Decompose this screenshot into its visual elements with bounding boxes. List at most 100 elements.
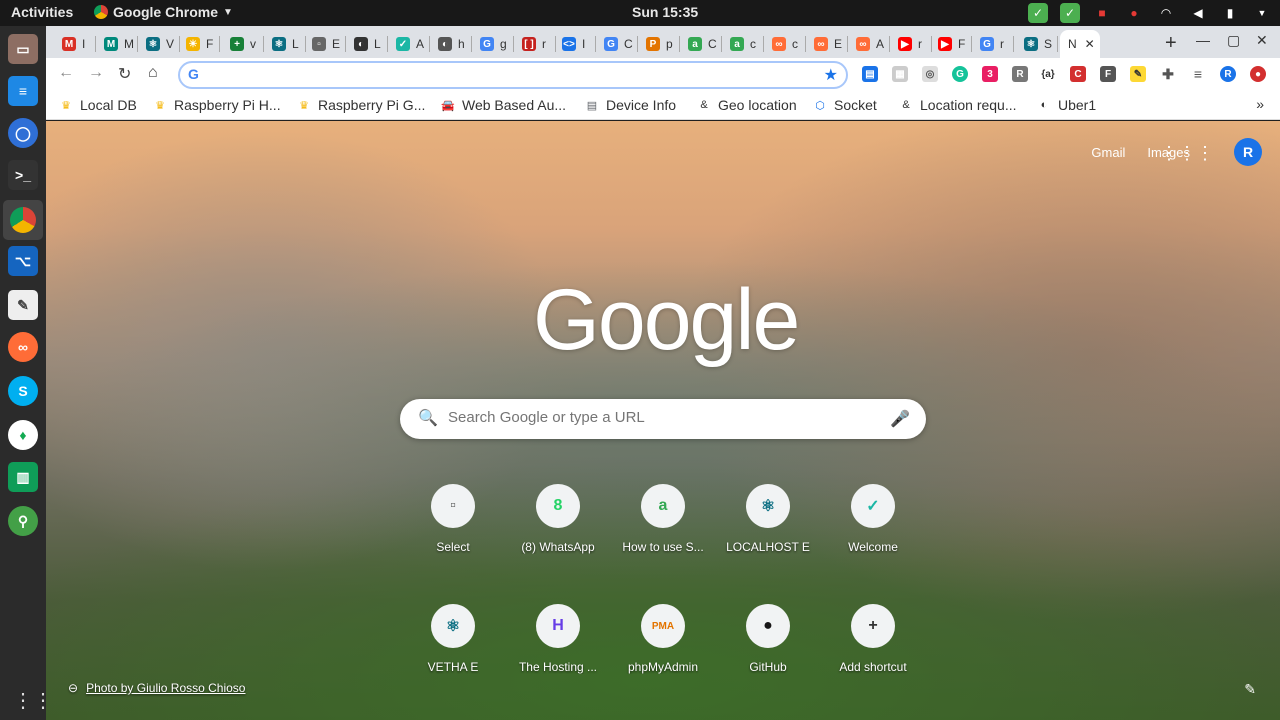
terminal-icon[interactable]: >_ — [8, 160, 38, 190]
browser-tab[interactable]: GC — [596, 30, 638, 58]
omnibox[interactable]: G ★ — [178, 61, 848, 89]
extension-icon[interactable]: ✎ — [1130, 66, 1146, 82]
browser-tab[interactable]: Pp — [638, 30, 680, 58]
extension-icon[interactable]: F — [1100, 66, 1116, 82]
browser-tab[interactable]: MI — [54, 30, 96, 58]
browser-tab[interactable]: ◐ h — [430, 30, 472, 58]
camera-icon[interactable]: ■ — [1092, 3, 1112, 23]
customize-icon[interactable]: ✎ — [1244, 681, 1256, 698]
bookmark-item[interactable]: ♛ Raspberry Pi H... — [152, 97, 281, 113]
close-tab-icon[interactable]: ✕ — [1085, 37, 1095, 51]
shortcut-tile[interactable]: + Add shortcut — [825, 604, 921, 704]
docs-icon[interactable]: ≡ — [8, 76, 38, 106]
apps-grid-icon[interactable]: ⋮⋮⋮ — [1160, 143, 1214, 164]
bookmark-item[interactable]: & Location requ... — [898, 97, 1016, 113]
chrome-icon[interactable] — [3, 200, 43, 240]
grammarly-icon[interactable]: G — [952, 66, 968, 82]
extension-icon[interactable]: 3 — [982, 66, 998, 82]
files-icon[interactable]: ▭ — [8, 34, 38, 64]
browser-tab[interactable]: aC — [680, 30, 722, 58]
browser-tab[interactable]: ⚛ S — [1016, 30, 1058, 58]
home-button[interactable]: ⌂ — [148, 64, 158, 82]
text-editor-icon[interactable]: ✎ — [8, 290, 38, 320]
shortcut-tile[interactable]: ● GitHub — [720, 604, 816, 704]
update-icon[interactable]: ✓ — [1028, 3, 1048, 23]
browser-tab[interactable]: Gg — [472, 30, 514, 58]
bookmark-item[interactable]: ▤ Device Info — [584, 97, 676, 113]
update-icon[interactable]: ✓ — [1060, 3, 1080, 23]
shortcut-tile[interactable]: a How to use S... — [615, 484, 711, 584]
shortcut-tile[interactable]: ⚛ LOCALHOST E — [720, 484, 816, 584]
bookmark-item[interactable]: 🚘 Web Based Au... — [440, 97, 566, 113]
browser-tab[interactable]: ∞ c — [764, 30, 806, 58]
activities-button[interactable]: Activities — [11, 4, 73, 20]
puzzle-icon[interactable]: ✚ — [1160, 66, 1176, 82]
skype-icon[interactable]: S — [8, 376, 38, 406]
record-icon[interactable]: ● — [1124, 3, 1144, 23]
search-box[interactable]: 🔍 🎤 — [400, 399, 926, 439]
bookmark-item[interactable]: ⬡ Socket — [812, 97, 877, 113]
bookmark-item[interactable]: & Geo location — [696, 97, 796, 113]
browser-tab[interactable]: ◐ L — [346, 30, 388, 58]
vscode-icon[interactable]: ⌥ — [8, 246, 38, 276]
more-bookmarks-icon[interactable]: » — [1256, 96, 1264, 112]
browser-tab[interactable]: ∞ A — [848, 30, 890, 58]
app-menu[interactable]: Google Chrome ▼ — [94, 4, 233, 20]
profile-avatar[interactable]: R — [1220, 66, 1236, 82]
microphone-icon[interactable]: 🎤 — [890, 409, 910, 429]
shortcut-tile[interactable]: ✓ Welcome — [825, 484, 921, 584]
shortcut-tile[interactable]: ▫ Select — [405, 484, 501, 584]
signal-icon[interactable]: ◯ — [8, 118, 38, 148]
browser-tab[interactable]: [ ] r — [514, 30, 556, 58]
reading-list-icon[interactable]: ≡ — [1190, 66, 1206, 82]
browser-tab[interactable]: ▶ r — [890, 30, 932, 58]
extension-icon[interactable]: ▦ — [892, 66, 908, 82]
browser-tab[interactable]: ☀ F — [178, 30, 220, 58]
maximize-button[interactable]: ▢ — [1227, 32, 1240, 49]
postman-icon[interactable]: ∞ — [8, 332, 38, 362]
gmail-link[interactable]: Gmail — [1091, 145, 1125, 160]
close-window-button[interactable]: ✕ — [1256, 32, 1268, 49]
bookmark-item[interactable]: ♛ Local DB — [58, 97, 137, 113]
extension-icon[interactable]: ▤ — [862, 66, 878, 82]
volume-icon[interactable]: ◀ — [1188, 3, 1208, 23]
search-input[interactable] — [448, 409, 868, 426]
bookmark-item[interactable]: ♛ Raspberry Pi G... — [296, 97, 425, 113]
account-avatar[interactable]: R — [1234, 138, 1262, 166]
chevron-down-icon[interactable]: ▼ — [1252, 3, 1272, 23]
browser-tab[interactable]: ∞ E — [806, 30, 848, 58]
browser-tab[interactable]: N ✕ — [1060, 30, 1100, 58]
browser-tab[interactable]: MM — [96, 30, 138, 58]
new-tab-button[interactable]: + — [1165, 32, 1177, 55]
browser-tab[interactable]: ▫ E — [304, 30, 346, 58]
shortcut-tile[interactable]: 8 (8) WhatsApp — [510, 484, 606, 584]
browser-tab[interactable]: Gr — [972, 30, 1014, 58]
extension-icon[interactable]: ◎ — [922, 66, 938, 82]
reload-button[interactable]: ↻ — [118, 64, 131, 84]
browser-tab[interactable]: ac — [722, 30, 764, 58]
bookmark-item[interactable]: ◐ Uber1 — [1036, 97, 1096, 113]
photo-credit[interactable]: ⊖ Photo by Giulio Rosso Chioso — [68, 681, 245, 695]
browser-tab[interactable]: ⚛ V — [138, 30, 180, 58]
app-icon[interactable]: ▥ — [8, 462, 38, 492]
shortcut-tile[interactable]: ⚛ VETHA E — [405, 604, 501, 704]
photo-credit-text[interactable]: Photo by Giulio Rosso Chioso — [86, 681, 245, 695]
extension-icon[interactable]: R — [1012, 66, 1028, 82]
browser-tab[interactable]: ⚛ L — [264, 30, 306, 58]
shortcut-tile[interactable]: H The Hosting ... — [510, 604, 606, 704]
shortcut-tile[interactable]: PMA phpMyAdmin — [615, 604, 711, 704]
back-button[interactable]: ← — [58, 64, 74, 82]
wifi-icon[interactable]: ◠ — [1156, 3, 1176, 23]
extension-icon[interactable]: ● — [1250, 66, 1266, 82]
browser-tab[interactable]: + v — [222, 30, 264, 58]
forward-button[interactable]: → — [88, 64, 104, 82]
clock[interactable]: Sun 15:35 — [632, 4, 698, 20]
battery-icon[interactable]: ▮ — [1220, 3, 1240, 23]
address-input[interactable] — [210, 66, 790, 84]
extension-icon[interactable]: C — [1070, 66, 1086, 82]
minimize-button[interactable]: — — [1196, 32, 1210, 48]
bookmark-star-icon[interactable]: ★ — [824, 65, 838, 85]
browser-tab[interactable]: ✓ A — [388, 30, 430, 58]
maps-icon[interactable]: ⚲ — [8, 506, 38, 536]
mongodb-icon[interactable]: ♦ — [8, 420, 38, 450]
